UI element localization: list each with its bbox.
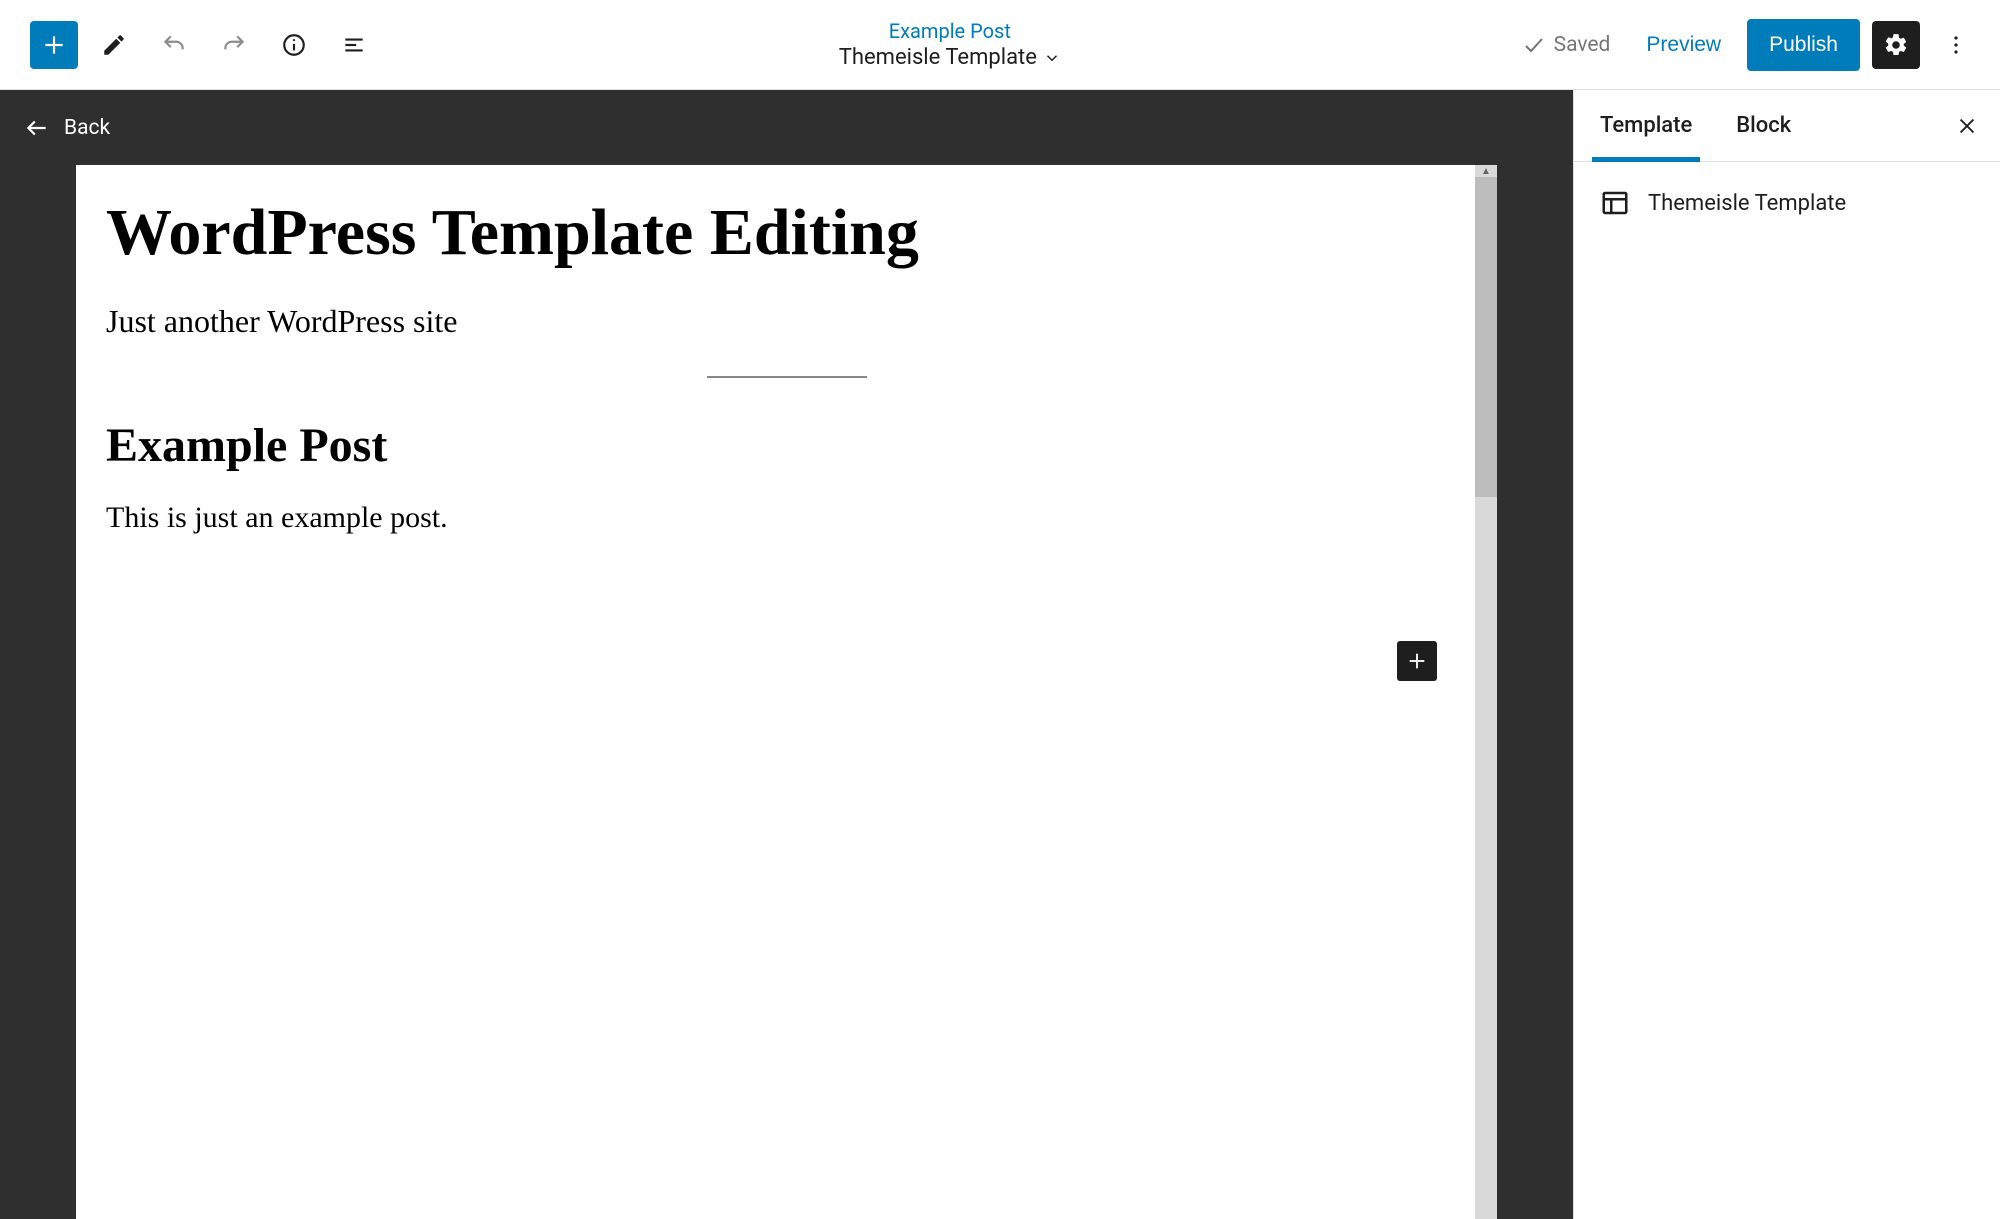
toolbar-right-group: Saved Preview Publish bbox=[1522, 19, 1980, 71]
gear-icon bbox=[1883, 32, 1909, 58]
post-title-block[interactable]: Example Post bbox=[106, 418, 1467, 473]
tab-block[interactable]: Block bbox=[1732, 90, 1795, 161]
post-content-block[interactable]: This is just an example post. bbox=[106, 501, 1467, 535]
layout-icon bbox=[1600, 188, 1630, 218]
saved-label: Saved bbox=[1554, 33, 1611, 57]
site-tagline-block[interactable]: Just another WordPress site bbox=[106, 303, 1467, 340]
undo-button[interactable] bbox=[150, 21, 198, 69]
pencil-icon bbox=[101, 32, 127, 58]
details-button[interactable] bbox=[270, 21, 318, 69]
editor-area: Back WordPress Template Editing Just ano… bbox=[0, 90, 1573, 1219]
check-icon bbox=[1522, 33, 1546, 57]
template-item[interactable]: Themeisle Template bbox=[1600, 188, 1974, 218]
plus-icon bbox=[1406, 650, 1428, 672]
inline-add-block-button[interactable] bbox=[1397, 641, 1437, 681]
settings-sidebar: Template Block Themeisle Template bbox=[1573, 90, 2000, 1219]
canvas-content: WordPress Template Editing Just another … bbox=[76, 165, 1497, 575]
list-view-button[interactable] bbox=[330, 21, 378, 69]
toolbar-center: Example Post Themeisle Template bbox=[839, 19, 1061, 70]
plus-icon bbox=[41, 32, 67, 58]
template-selector-label: Themeisle Template bbox=[839, 45, 1037, 70]
redo-button[interactable] bbox=[210, 21, 258, 69]
sidebar-body: Themeisle Template bbox=[1574, 162, 2000, 244]
info-icon bbox=[281, 32, 307, 58]
list-view-icon bbox=[341, 32, 367, 58]
more-vertical-icon bbox=[1944, 33, 1968, 57]
canvas-scrollbar[interactable]: ▲ bbox=[1475, 165, 1497, 1219]
canvas-wrap: WordPress Template Editing Just another … bbox=[0, 165, 1573, 1219]
close-sidebar-button[interactable] bbox=[1956, 115, 1978, 137]
arrow-left-icon bbox=[24, 115, 50, 141]
template-selector[interactable]: Themeisle Template bbox=[839, 45, 1061, 70]
redo-icon bbox=[221, 32, 247, 58]
top-toolbar: Example Post Themeisle Template Saved Pr… bbox=[0, 0, 2000, 90]
workspace: Back WordPress Template Editing Just ano… bbox=[0, 90, 2000, 1219]
toolbar-left-group bbox=[30, 21, 378, 69]
back-label: Back bbox=[64, 116, 110, 140]
saved-status: Saved bbox=[1522, 33, 1611, 57]
close-icon bbox=[1956, 115, 1978, 137]
tools-button[interactable] bbox=[90, 21, 138, 69]
settings-button[interactable] bbox=[1872, 21, 1920, 69]
chevron-down-icon bbox=[1043, 49, 1061, 67]
sidebar-tabs: Template Block bbox=[1574, 90, 2000, 162]
post-title-link[interactable]: Example Post bbox=[839, 19, 1061, 43]
publish-button[interactable]: Publish bbox=[1747, 19, 1860, 71]
editor-canvas[interactable]: WordPress Template Editing Just another … bbox=[76, 165, 1497, 1219]
back-button[interactable]: Back bbox=[0, 90, 1573, 165]
preview-button[interactable]: Preview bbox=[1632, 23, 1735, 67]
undo-icon bbox=[161, 32, 187, 58]
more-menu-button[interactable] bbox=[1932, 21, 1980, 69]
add-block-button[interactable] bbox=[30, 21, 78, 69]
scroll-up-arrow-icon[interactable]: ▲ bbox=[1475, 165, 1497, 177]
site-title-block[interactable]: WordPress Template Editing bbox=[106, 195, 1467, 271]
canvas-scrollbar-thumb[interactable] bbox=[1475, 177, 1497, 497]
tab-template[interactable]: Template bbox=[1596, 90, 1696, 161]
separator-block[interactable] bbox=[707, 376, 867, 378]
template-item-label: Themeisle Template bbox=[1648, 191, 1846, 216]
